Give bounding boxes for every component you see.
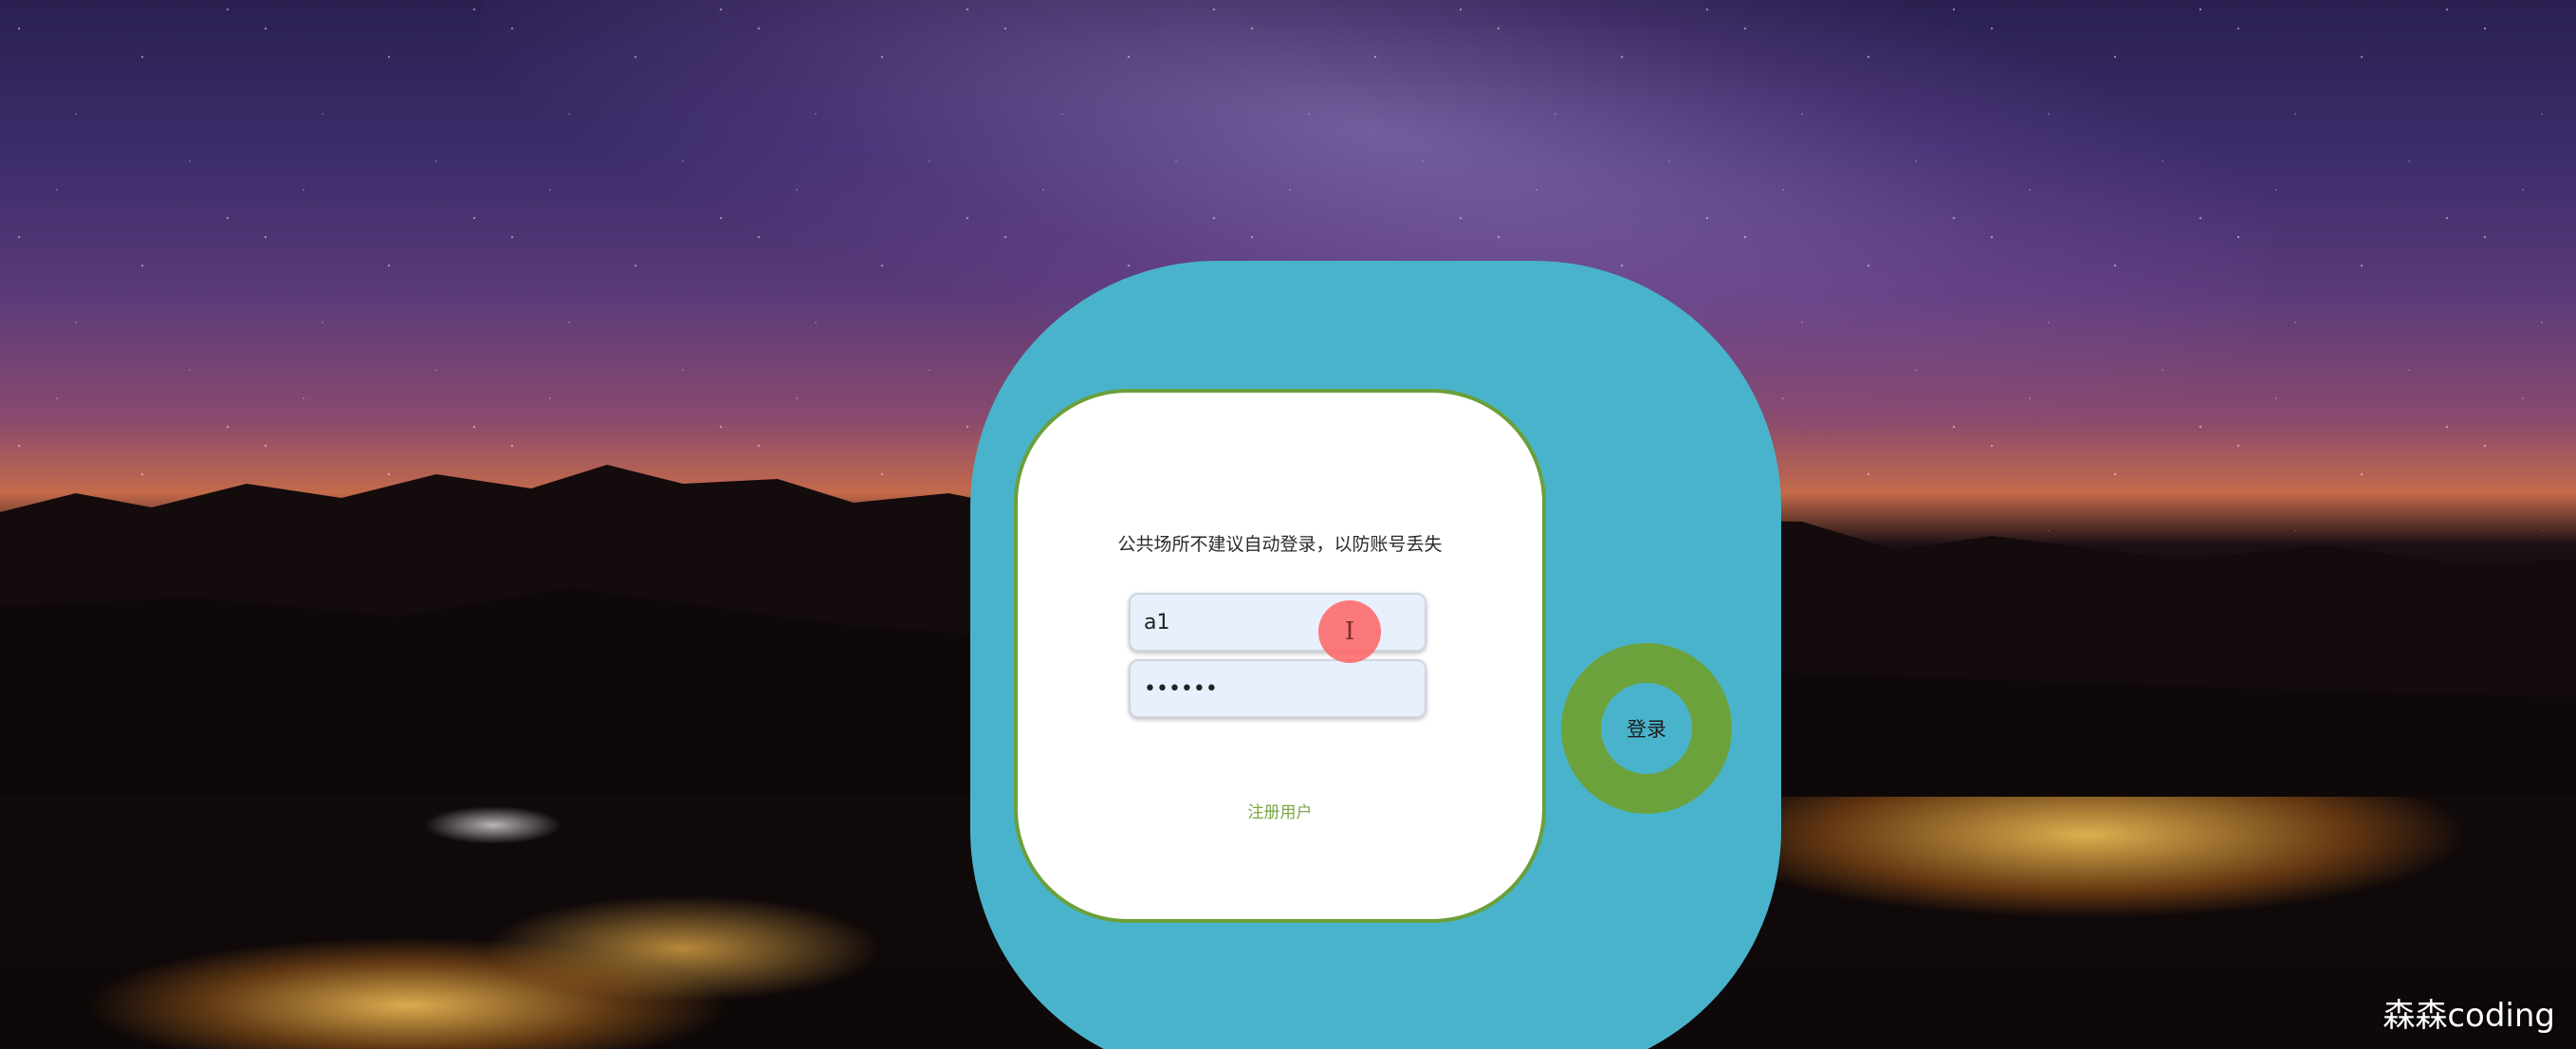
login-button[interactable]: 登录 <box>1561 643 1732 814</box>
login-button-label: 登录 <box>1601 683 1692 774</box>
click-indicator: I <box>1318 600 1381 663</box>
username-input[interactable] <box>1129 593 1426 652</box>
background-scene: 公共场所不建议自动登录，以防账号丢失 I 注册用户 登录 森森coding <box>0 0 2576 1049</box>
password-input[interactable] <box>1129 659 1426 718</box>
register-link[interactable]: 注册用户 <box>1018 799 1542 822</box>
watermark-text: 森森coding <box>2383 997 2555 1035</box>
login-form-panel: 公共场所不建议自动登录，以防账号丢失 I 注册用户 <box>1014 389 1546 923</box>
auto-login-notice: 公共场所不建议自动登录，以防账号丢失 <box>1117 534 1443 555</box>
text-cursor-icon: I <box>1344 617 1355 646</box>
